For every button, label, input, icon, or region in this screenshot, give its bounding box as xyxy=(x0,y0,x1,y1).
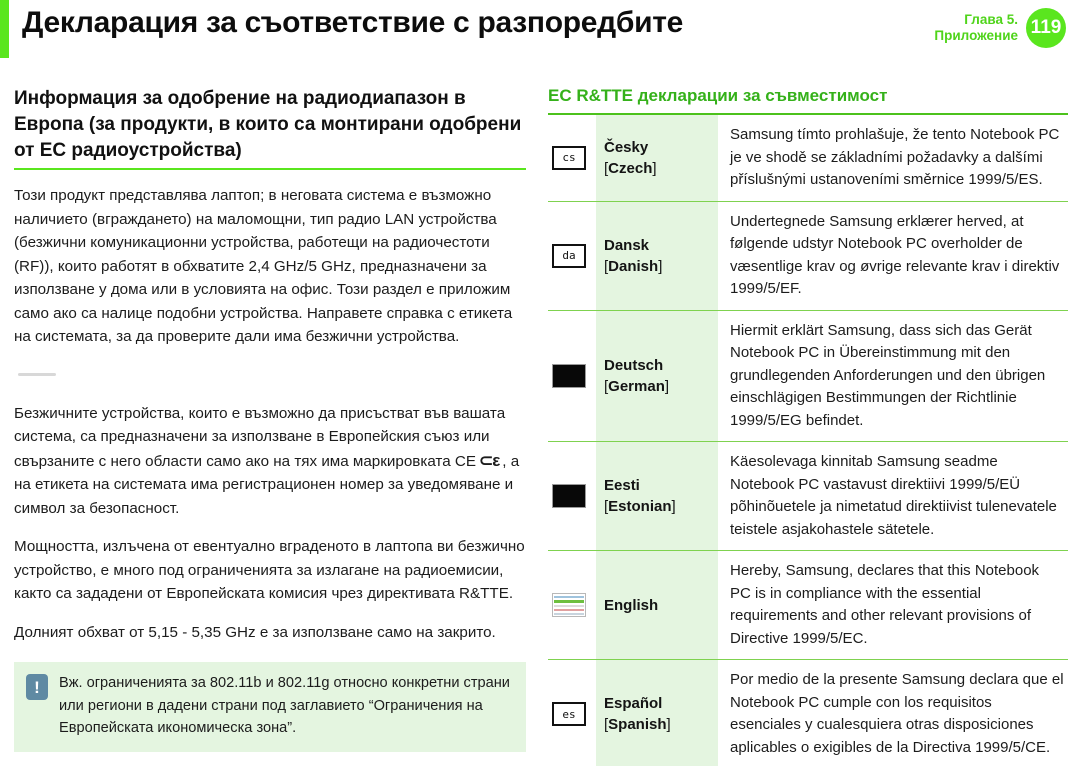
flag-cell xyxy=(548,441,596,551)
bracket-close: ] xyxy=(671,498,676,515)
language-name-cell: Español [Spanish] xyxy=(596,659,718,766)
table-row: English Hereby, Samsung, declares that th… xyxy=(548,550,1068,660)
flag-icon-spanish: es xyxy=(552,702,586,726)
table-row: Deutsch [German] Hiermit erklärt Samsung, … xyxy=(548,310,1068,442)
language-english-label: Estonian xyxy=(608,498,672,515)
ce-mark-icon: ⊂ε xyxy=(478,450,500,470)
language-name-cell: Deutsch [German] xyxy=(596,310,718,442)
paragraph-indoor-band: Долният обхват от 5,15 - 5,35 GHz е за и… xyxy=(14,623,496,641)
language-native-name: Deutsch xyxy=(604,356,664,374)
bracket-close: ] xyxy=(658,257,663,275)
language-native-name: English xyxy=(604,596,659,614)
paragraph-divider xyxy=(18,372,56,376)
flag-icon-estonian xyxy=(552,484,586,508)
page-title: Декларация за съответствие с разпоредбит… xyxy=(22,6,684,39)
language-english-name: [Spanish] xyxy=(604,714,710,735)
language-english-label: Czech xyxy=(608,159,653,177)
chapter-label: Глава 5. Приложение xyxy=(934,12,1018,44)
declaration-text-cell: Por medio de la presente Samsung declara… xyxy=(718,659,1068,766)
document-page: Декларация за съответствие с разпоредбит… xyxy=(0,0,1080,766)
note-text: Вж. ограниченията за 802.11b и 802.11g о… xyxy=(59,675,510,736)
declaration-text-cell: Hiermit erklärt Samsung, dass sich das G… xyxy=(718,310,1068,442)
flag-icon-danish: da xyxy=(552,243,586,268)
language-english-label: Spanish xyxy=(608,716,667,733)
bracket-close: ] xyxy=(666,716,671,733)
declaration-text-cell: Hereby, Samsung, declares that this Note… xyxy=(718,550,1068,660)
bracket-close: ] xyxy=(652,159,657,177)
left-column: Информация за одобрение на радиодиапазон… xyxy=(14,86,526,644)
rtte-declarations-table: cs Česky [Czech] Samsung tímto prohlašuje, … xyxy=(548,115,1068,766)
table-row: Eesti [Estonian] Käesolevaga kinnitab Sams… xyxy=(548,441,1068,551)
note-box: ! Вж. ограниченията за 802.11b и 802.11g… xyxy=(14,662,526,752)
header-accent-bar xyxy=(0,0,9,58)
paragraph-ce-marking: Безжичните устройства, които е възможно … xyxy=(14,402,526,521)
language-name-cell: Eesti [Estonian] xyxy=(596,441,718,551)
table-row: da Dansk [Danish] Undertegnede Samsung erkl… xyxy=(548,201,1068,310)
chapter-indicator: Глава 5. Приложение 119 xyxy=(934,8,1066,48)
bracket-close: ] xyxy=(664,377,670,395)
language-name-cell: Česky [Czech] xyxy=(596,115,718,201)
section-heading-rtte-declarations: EC R&TTE декларации за съвместимост xyxy=(548,86,1068,115)
paragraph-ce-text-before: Безжичните устройства, които е възможно … xyxy=(14,404,506,470)
chapter-section-label: Приложение xyxy=(934,28,1018,43)
language-english-name: [German] xyxy=(604,376,710,397)
language-native-name: Español xyxy=(604,695,663,712)
table-row: cs Česky [Czech] Samsung tímto prohlašuje, … xyxy=(548,115,1068,201)
language-name-cell: Dansk [Danish] xyxy=(596,201,718,310)
flag-cell: es xyxy=(548,659,596,766)
language-english-name: [Estonian] xyxy=(604,496,710,517)
declaration-text-cell: Käesolevaga kinnitab Samsung seadme Note… xyxy=(718,441,1068,551)
table-row: es Español [Spanish] Por medio de la presen… xyxy=(548,659,1068,766)
language-english-label: Danish xyxy=(608,257,659,275)
language-english-name: [Danish] xyxy=(604,256,710,277)
language-name-cell: English xyxy=(596,550,718,660)
flag-cell: da xyxy=(548,201,596,310)
language-native-name: Česky xyxy=(604,138,649,156)
right-column: EC R&TTE декларации за съвместимост cs Če… xyxy=(548,86,1068,766)
declaration-text-cell: Samsung tímto prohlašuje, že tento Noteb… xyxy=(718,115,1068,201)
language-english-label: German xyxy=(608,377,665,395)
chapter-number-label: Глава 5. xyxy=(964,12,1018,27)
flag-cell xyxy=(548,550,596,660)
section-heading-radio-approval: Информация за одобрение на радиодиапазон… xyxy=(14,86,526,170)
page-number-badge: 119 xyxy=(1026,8,1066,48)
flag-icon-english xyxy=(552,593,586,617)
declaration-text-cell: Undertegnede Samsung erklærer herved, at… xyxy=(718,201,1068,310)
language-english-name: [Czech] xyxy=(604,158,710,179)
paragraph-product-description: Този продукт представлява лаптоп; в него… xyxy=(14,187,513,345)
paragraph-rf-exposure: Мощността, излъчена от евентуално вграде… xyxy=(14,538,525,602)
flag-icon-czech: cs xyxy=(552,145,586,170)
language-native-name: Eesti xyxy=(604,477,640,494)
exclamation-icon: ! xyxy=(26,674,48,700)
flag-cell xyxy=(548,310,596,442)
page-header: Декларация за съответствие с разпоредбит… xyxy=(0,0,1080,62)
flag-cell: cs xyxy=(548,115,596,201)
language-native-name: Dansk xyxy=(604,236,650,254)
flag-icon-german xyxy=(552,363,586,388)
